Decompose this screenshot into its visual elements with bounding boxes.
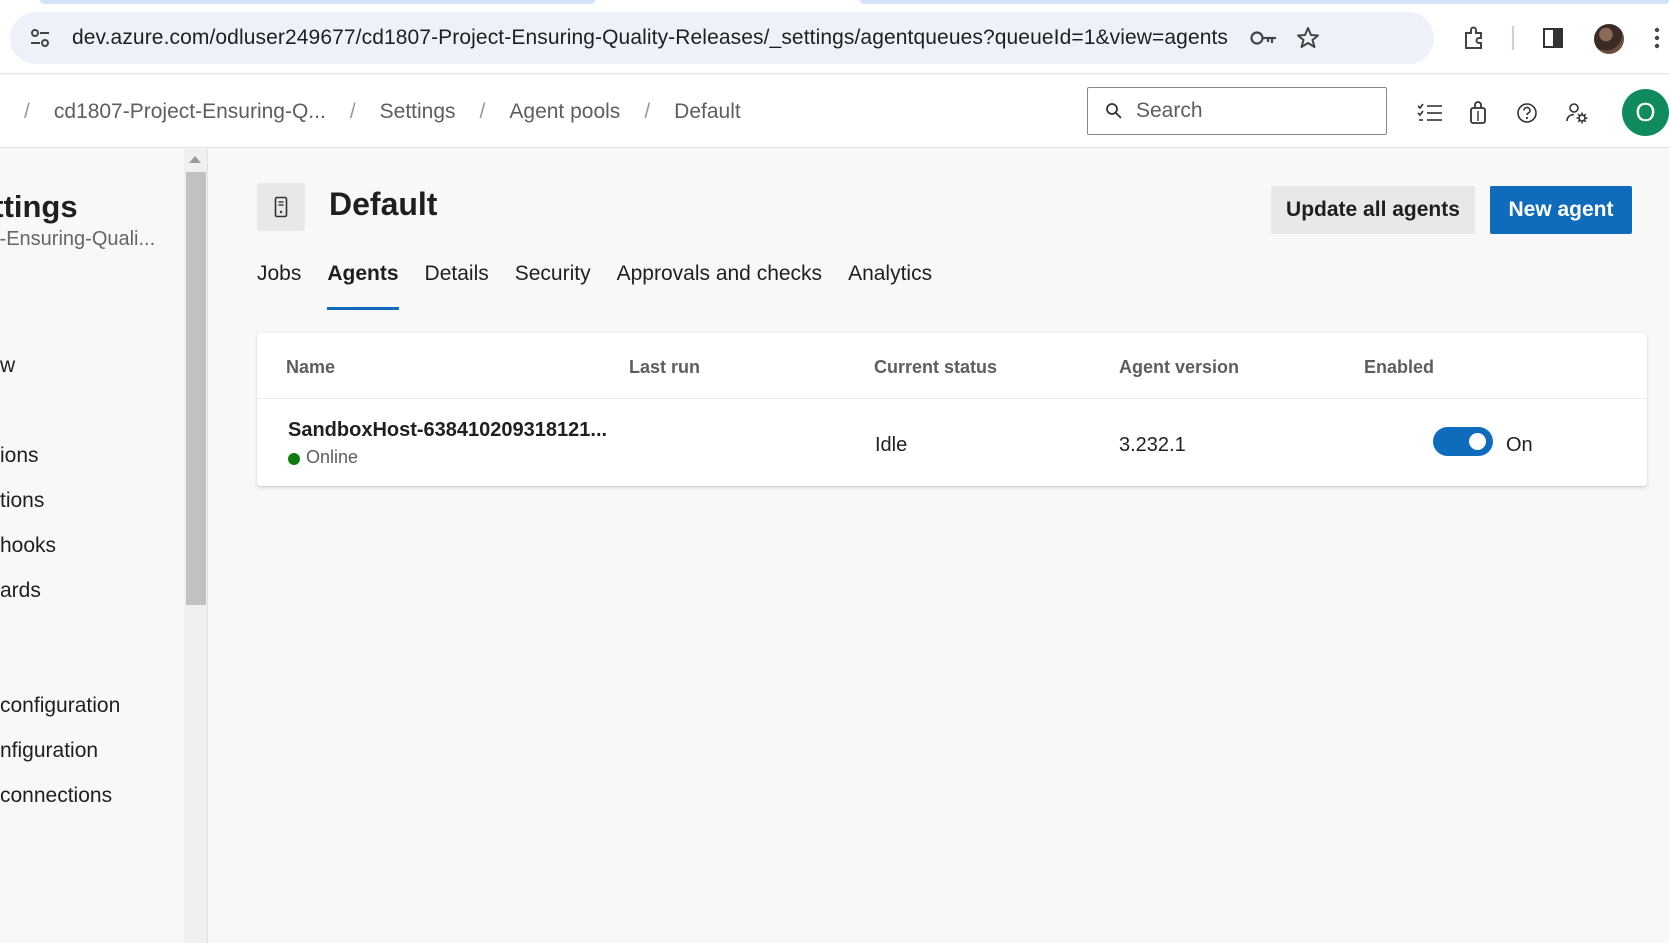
agent-enabled-label: On — [1506, 434, 1533, 456]
browser-profile-avatar[interactable] — [1594, 24, 1624, 54]
sidebar-item-service-connections[interactable]: connections — [0, 784, 112, 808]
scroll-up-arrow-icon[interactable] — [189, 156, 201, 163]
user-avatar[interactable]: O — [1622, 89, 1669, 136]
breadcrumb-agent-pools[interactable]: Agent pools — [509, 100, 620, 124]
sidebar-item-service-hooks[interactable]: hooks — [0, 534, 56, 558]
breadcrumb-separator: / — [644, 99, 651, 123]
breadcrumb-separator: / — [479, 99, 486, 123]
tab-approvals-and-checks[interactable]: Approvals and checks — [617, 258, 822, 310]
agent-name[interactable]: SandboxHost-638410209318121... — [288, 419, 607, 442]
browser-toolbar: dev.azure.com/odluser249677/cd1807-Proje… — [0, 0, 1669, 74]
password-key-icon[interactable] — [1248, 22, 1280, 54]
settings-sidebar: ettings ct-Ensuring-Quali... w ions tion… — [0, 149, 208, 943]
tab-details[interactable]: Details — [425, 258, 489, 310]
work-items-list-icon[interactable] — [1414, 97, 1446, 129]
sidebar-title: ettings — [0, 189, 78, 224]
column-header-current-status[interactable]: Current status — [874, 357, 997, 378]
tab-security[interactable]: Security — [515, 258, 591, 310]
column-header-enabled[interactable]: Enabled — [1364, 357, 1434, 378]
app-header: / cd1807-Project-Ensuring-Q... / Setting… — [0, 75, 1669, 148]
pool-tabs: Jobs Agents Details Security Approvals a… — [257, 258, 958, 310]
side-panel-icon[interactable] — [1537, 22, 1569, 54]
column-header-last-run[interactable]: Last run — [629, 357, 700, 378]
url-text[interactable]: dev.azure.com/odluser249677/cd1807-Proje… — [72, 26, 1228, 50]
marketplace-bag-icon[interactable] — [1462, 97, 1494, 129]
help-icon[interactable] — [1511, 97, 1543, 129]
browser-tab-strip — [40, 0, 595, 4]
page-title: Default — [329, 186, 438, 222]
sidebar-item-project-configuration[interactable]: configuration — [0, 694, 120, 718]
browser-menu-icon[interactable] — [1647, 22, 1667, 54]
bookmark-star-icon[interactable] — [1292, 22, 1324, 54]
column-header-name[interactable]: Name — [286, 357, 335, 378]
column-header-agent-version[interactable]: Agent version — [1119, 357, 1239, 378]
sidebar-item-dashboards[interactable]: ards — [0, 579, 41, 603]
agent-enabled-toggle[interactable] — [1433, 427, 1493, 456]
toggle-knob — [1469, 433, 1486, 450]
sidebar-scrollbar-thumb[interactable] — [186, 172, 206, 605]
tab-analytics[interactable]: Analytics — [848, 258, 932, 310]
breadcrumb-default[interactable]: Default — [674, 100, 741, 124]
browser-tab-strip-2 — [860, 0, 1669, 4]
site-info-icon[interactable] — [18, 16, 62, 60]
toolbar-separator — [1512, 26, 1514, 50]
header-divider — [257, 398, 1647, 399]
new-agent-button[interactable]: New agent — [1490, 186, 1632, 234]
breadcrumb-settings[interactable]: Settings — [380, 100, 456, 124]
update-all-agents-button[interactable]: Update all agents — [1271, 186, 1475, 234]
extensions-icon[interactable] — [1458, 22, 1490, 54]
sidebar-item-team-configuration[interactable]: nfiguration — [0, 739, 98, 763]
search-box[interactable] — [1087, 87, 1387, 135]
online-status-dot — [288, 453, 300, 465]
breadcrumb: / cd1807-Project-Ensuring-Q... / Setting… — [0, 75, 741, 148]
sidebar-item-service-hooks-subscriptions[interactable]: tions — [0, 489, 44, 513]
breadcrumb-project[interactable]: cd1807-Project-Ensuring-Q... — [54, 100, 326, 124]
breadcrumb-separator: / — [349, 99, 356, 123]
tab-agents[interactable]: Agents — [327, 258, 399, 310]
agent-version: 3.232.1 — [1119, 434, 1186, 456]
search-input[interactable] — [1136, 99, 1366, 123]
agent-connection-status: Online — [306, 447, 359, 467]
sidebar-item-overview[interactable]: w — [0, 354, 15, 378]
agents-table: Name Last run Current status Agent versi… — [257, 333, 1647, 486]
agent-pool-icon — [257, 183, 305, 231]
tab-jobs[interactable]: Jobs — [257, 258, 301, 310]
search-icon — [1104, 101, 1124, 121]
breadcrumb-separator: / — [24, 99, 30, 123]
sidebar-subtitle: ct-Ensuring-Quali... — [0, 228, 156, 250]
user-settings-icon[interactable] — [1561, 97, 1593, 129]
sidebar-item-notifications[interactable]: ions — [0, 444, 39, 468]
address-bar[interactable]: dev.azure.com/odluser249677/cd1807-Proje… — [10, 12, 1434, 64]
agent-current-status: Idle — [875, 434, 908, 456]
